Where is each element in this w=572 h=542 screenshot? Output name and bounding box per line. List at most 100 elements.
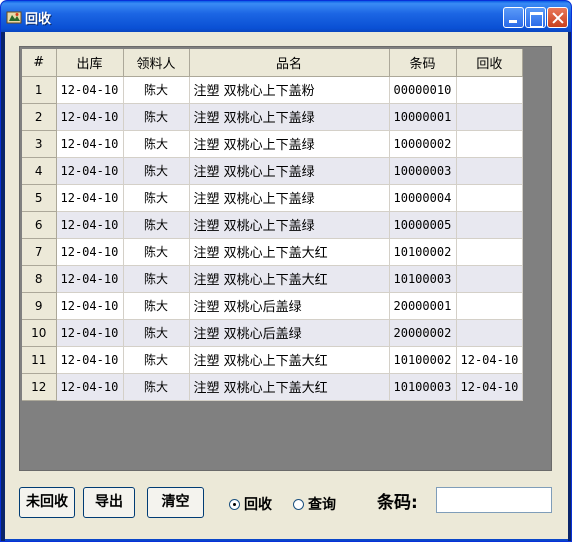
column-header[interactable]: 出库 — [56, 49, 124, 77]
table-row[interactable]: 8 12-04-10 陈大 注塑 双桃心上下盖大红 10100003 — [22, 265, 524, 293]
table-row[interactable]: 2 12-04-10 陈大 注塑 双桃心上下盖绿 10000001 — [22, 103, 524, 131]
cell-outbound-date[interactable]: 12-04-10 — [56, 130, 124, 158]
cell-receiver[interactable]: 陈大 — [123, 157, 190, 185]
minimize-button[interactable] — [503, 7, 524, 28]
row-number: 8 — [22, 265, 57, 293]
cell-outbound-date[interactable]: 12-04-10 — [56, 265, 124, 293]
table-row[interactable]: 7 12-04-10 陈大 注塑 双桃心上下盖大红 10100002 — [22, 238, 524, 266]
cell-receiver[interactable]: 陈大 — [123, 319, 190, 347]
table-row[interactable]: 1 12-04-10 陈大 注塑 双桃心上下盖粉 00000010 — [22, 76, 524, 104]
cell-recycle-date[interactable] — [456, 292, 524, 320]
recycle-table: # 出库 领料人 品名 条码 回收 1 12-04-10 陈大 注塑 双桃心上下盖粉 0… — [22, 49, 524, 401]
cell-outbound-date[interactable]: 12-04-10 — [56, 211, 124, 239]
table-row[interactable]: 4 12-04-10 陈大 注塑 双桃心上下盖绿 10000003 — [22, 157, 524, 185]
cell-receiver[interactable]: 陈大 — [123, 373, 190, 401]
cell-barcode[interactable]: 10000004 — [389, 184, 457, 212]
close-button[interactable] — [547, 7, 568, 28]
row-number: 10 — [22, 319, 57, 347]
cell-receiver[interactable]: 陈大 — [123, 184, 190, 212]
cell-barcode[interactable]: 10100002 — [389, 238, 457, 266]
cell-recycle-date[interactable] — [456, 130, 524, 158]
cell-outbound-date[interactable]: 12-04-10 — [56, 184, 124, 212]
cell-barcode[interactable]: 10100003 — [389, 265, 457, 293]
cell-product-name[interactable]: 注塑 双桃心上下盖大红 — [189, 346, 390, 374]
table-row[interactable]: 6 12-04-10 陈大 注塑 双桃心上下盖绿 10000005 — [22, 211, 524, 239]
cell-recycle-date[interactable] — [456, 211, 524, 239]
cell-recycle-date[interactable] — [456, 265, 524, 293]
cell-outbound-date[interactable]: 12-04-10 — [56, 103, 124, 131]
cell-barcode[interactable]: 10000003 — [389, 157, 457, 185]
cell-recycle-date[interactable] — [456, 157, 524, 185]
table-row[interactable]: 10 12-04-10 陈大 注塑 双桃心后盖绿 20000002 — [22, 319, 524, 347]
cell-outbound-date[interactable]: 12-04-10 — [56, 319, 124, 347]
table-row[interactable]: 12 12-04-10 陈大 注塑 双桃心上下盖大红 10100003 12-04-10 — [22, 373, 524, 401]
data-grid[interactable]: # 出库 领料人 品名 条码 回收 1 12-04-10 陈大 注塑 双桃心上下盖粉 0… — [19, 46, 552, 471]
title-bar[interactable]: 回收 — [1, 1, 571, 32]
cell-barcode[interactable]: 10000002 — [389, 130, 457, 158]
maximize-button[interactable] — [525, 7, 546, 28]
row-number: 7 — [22, 238, 57, 266]
cell-product-name[interactable]: 注塑 双桃心上下盖绿 — [189, 130, 390, 158]
column-header[interactable]: # — [22, 49, 57, 77]
cell-receiver[interactable]: 陈大 — [123, 211, 190, 239]
cell-product-name[interactable]: 注塑 双桃心上下盖粉 — [189, 76, 390, 104]
radio-query-dot[interactable] — [293, 498, 304, 510]
cell-barcode[interactable]: 00000010 — [389, 76, 457, 104]
cell-outbound-date[interactable]: 12-04-10 — [56, 292, 124, 320]
cell-outbound-date[interactable]: 12-04-10 — [56, 76, 124, 104]
row-number: 12 — [22, 373, 57, 401]
export-button[interactable]: 导出 — [83, 487, 135, 518]
cell-product-name[interactable]: 注塑 双桃心上下盖绿 — [189, 211, 390, 239]
cell-product-name[interactable]: 注塑 双桃心后盖绿 — [189, 292, 390, 320]
cell-recycle-date[interactable] — [456, 238, 524, 266]
barcode-input[interactable] — [436, 487, 552, 513]
cell-receiver[interactable]: 陈大 — [123, 292, 190, 320]
cell-barcode[interactable]: 10000001 — [389, 103, 457, 131]
cell-outbound-date[interactable]: 12-04-10 — [56, 238, 124, 266]
table-row[interactable]: 5 12-04-10 陈大 注塑 双桃心上下盖绿 10000004 — [22, 184, 524, 212]
column-header[interactable]: 回收 — [456, 49, 524, 77]
cell-product-name[interactable]: 注塑 双桃心上下盖大红 — [189, 238, 390, 266]
window-title: 回收 — [25, 12, 52, 27]
cell-barcode[interactable]: 10100002 — [389, 346, 457, 374]
cell-receiver[interactable]: 陈大 — [123, 76, 190, 104]
column-header[interactable]: 品名 — [189, 49, 390, 77]
cell-recycle-date[interactable] — [456, 103, 524, 131]
cell-recycle-date[interactable]: 12-04-10 — [456, 373, 524, 401]
cell-barcode[interactable]: 10000005 — [389, 211, 457, 239]
cell-barcode[interactable]: 10100003 — [389, 373, 457, 401]
cell-product-name[interactable]: 注塑 双桃心上下盖大红 — [189, 373, 390, 401]
cell-recycle-date[interactable] — [456, 184, 524, 212]
clear-button[interactable]: 清空 — [147, 487, 204, 518]
table-row[interactable]: 11 12-04-10 陈大 注塑 双桃心上下盖大红 10100002 12-04-10 — [22, 346, 524, 374]
cell-product-name[interactable]: 注塑 双桃心后盖绿 — [189, 319, 390, 347]
cell-outbound-date[interactable]: 12-04-10 — [56, 346, 124, 374]
cell-product-name[interactable]: 注塑 双桃心上下盖大红 — [189, 265, 390, 293]
cell-outbound-date[interactable]: 12-04-10 — [56, 373, 124, 401]
cell-receiver[interactable]: 陈大 — [123, 265, 190, 293]
radio-query[interactable]: 查询 — [293, 494, 336, 514]
row-number: 2 — [22, 103, 57, 131]
cell-outbound-date[interactable]: 12-04-10 — [56, 157, 124, 185]
cell-receiver[interactable]: 陈大 — [123, 130, 190, 158]
table-row[interactable]: 9 12-04-10 陈大 注塑 双桃心后盖绿 20000001 — [22, 292, 524, 320]
table-row[interactable]: 3 12-04-10 陈大 注塑 双桃心上下盖绿 10000002 — [22, 130, 524, 158]
cell-receiver[interactable]: 陈大 — [123, 238, 190, 266]
cell-recycle-date[interactable]: 12-04-10 — [456, 346, 524, 374]
cell-product-name[interactable]: 注塑 双桃心上下盖绿 — [189, 157, 390, 185]
cell-recycle-date[interactable] — [456, 76, 524, 104]
column-header[interactable]: 领料人 — [123, 49, 190, 77]
not-recycled-button[interactable]: 未回收 — [19, 487, 75, 518]
cell-barcode[interactable]: 20000002 — [389, 319, 457, 347]
cell-receiver[interactable]: 陈大 — [123, 346, 190, 374]
column-header[interactable]: 条码 — [389, 49, 457, 77]
row-number: 6 — [22, 211, 57, 239]
cell-product-name[interactable]: 注塑 双桃心上下盖绿 — [189, 103, 390, 131]
cell-product-name[interactable]: 注塑 双桃心上下盖绿 — [189, 184, 390, 212]
cell-recycle-date[interactable] — [456, 319, 524, 347]
cell-receiver[interactable]: 陈大 — [123, 103, 190, 131]
cell-barcode[interactable]: 20000001 — [389, 292, 457, 320]
radio-recycle-dot[interactable] — [229, 498, 240, 510]
radio-recycle[interactable]: 回收 — [229, 494, 272, 514]
row-number: 9 — [22, 292, 57, 320]
